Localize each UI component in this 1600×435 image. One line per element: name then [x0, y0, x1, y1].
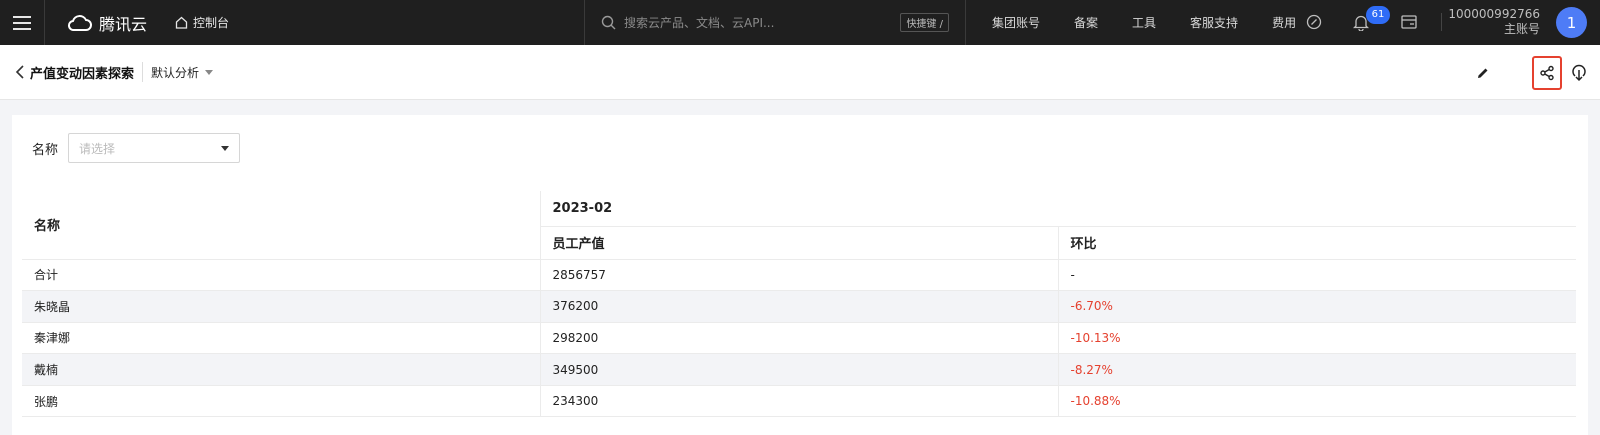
nav-tools[interactable]: 工具: [1132, 14, 1156, 31]
global-search[interactable]: 搜索云产品、文档、云API... 快捷键 /: [584, 0, 966, 45]
brand-name: 腾讯云: [99, 14, 148, 34]
nav-support[interactable]: 客服支持: [1190, 14, 1238, 31]
billing-card-icon[interactable]: [1399, 12, 1419, 32]
table-row: 张鹏 234300 -10.88%: [22, 385, 1576, 418]
cell-value: 2856757: [539, 259, 1058, 292]
cell-name: 朱晓晶: [22, 290, 540, 323]
name-select[interactable]: 请选择: [68, 133, 240, 163]
cloud-logo-icon: [67, 14, 92, 31]
cell-value: 376200: [539, 290, 1058, 323]
header-mom-change: 环比: [1057, 226, 1576, 260]
back-chevron-icon[interactable]: [12, 64, 28, 80]
name-filter: 名称 请选择: [32, 133, 240, 163]
table-row: 合计 2856757 -: [22, 259, 1576, 292]
console-label: 控制台: [193, 16, 230, 30]
cell-name: 秦津娜: [22, 322, 540, 355]
cell-change: -6.70%: [1057, 290, 1576, 323]
top-nav-links: 集团账号 备案 工具 客服支持 费用: [992, 0, 1330, 45]
account-role: 主账号: [1503, 22, 1540, 36]
cell-change: -10.13%: [1057, 322, 1576, 355]
cell-change: -8.27%: [1057, 353, 1576, 386]
nav-filing[interactable]: 备案: [1074, 14, 1098, 31]
analysis-label: 默认分析: [151, 65, 200, 80]
notification-count-badge: 61: [1366, 6, 1390, 24]
shortcut-hint: 快捷键 /: [900, 13, 949, 32]
cell-name: 张鹏: [22, 385, 540, 418]
header-divider: [142, 62, 144, 82]
filter-label: 名称: [32, 142, 59, 158]
nav-group-account[interactable]: 集团账号: [992, 14, 1040, 31]
home-icon: [175, 16, 188, 29]
account-info[interactable]: 100000992766 主账号: [1448, 7, 1540, 37]
table-row: 朱晓晶 376200 -6.70%: [22, 290, 1576, 323]
header-period: 2023-02: [539, 191, 1576, 227]
table-row: 秦津娜 298200 -10.13%: [22, 322, 1576, 355]
brand-logo[interactable]: 腾讯云: [67, 11, 147, 35]
account-divider: [1441, 13, 1442, 31]
nav-billing[interactable]: 费用: [1272, 14, 1296, 31]
header-employee-value: 员工产值: [539, 226, 1058, 260]
cell-change: -10.88%: [1057, 385, 1576, 418]
cell-value: 298200: [539, 322, 1058, 355]
page-title: 产值变动因素探索: [30, 66, 135, 82]
cell-value: 349500: [539, 353, 1058, 386]
report-card: 名称 请选择 名称 2023-02 员工产值 环比 合计 2856757 - 朱…: [12, 115, 1588, 435]
cell-name: 合计: [22, 259, 540, 292]
account-id: 100000992766: [1448, 7, 1540, 21]
header-name: 名称: [22, 191, 540, 260]
cell-value: 234300: [539, 385, 1058, 418]
cell-name: 戴楠: [22, 353, 540, 386]
output-value-table: 名称 2023-02 员工产值 环比 合计 2856757 - 朱晓晶 3762…: [22, 191, 1576, 418]
share-icon[interactable]: [1532, 56, 1562, 90]
caret-down-icon: [205, 69, 214, 75]
table-row: 戴楠 349500 -8.27%: [22, 353, 1576, 386]
page-header: 产值变动因素探索 默认分析: [0, 45, 1600, 100]
download-icon[interactable]: [1566, 60, 1592, 86]
assistant-icon[interactable]: [1304, 12, 1324, 32]
select-placeholder: 请选择: [79, 141, 116, 156]
search-placeholder: 搜索云产品、文档、云API...: [624, 16, 775, 30]
select-caret-icon: [221, 145, 229, 151]
console-link[interactable]: 控制台: [175, 14, 229, 31]
analysis-dropdown[interactable]: 默认分析: [151, 64, 214, 81]
top-navbar: 腾讯云 控制台 搜索云产品、文档、云API... 快捷键 / 集团账号 备案 工…: [0, 0, 1600, 45]
cell-change: -: [1057, 259, 1576, 292]
hamburger-menu-icon[interactable]: [0, 0, 45, 45]
edit-pencil-icon[interactable]: [1470, 60, 1496, 86]
avatar[interactable]: 1: [1556, 7, 1587, 38]
search-icon: [601, 15, 616, 30]
